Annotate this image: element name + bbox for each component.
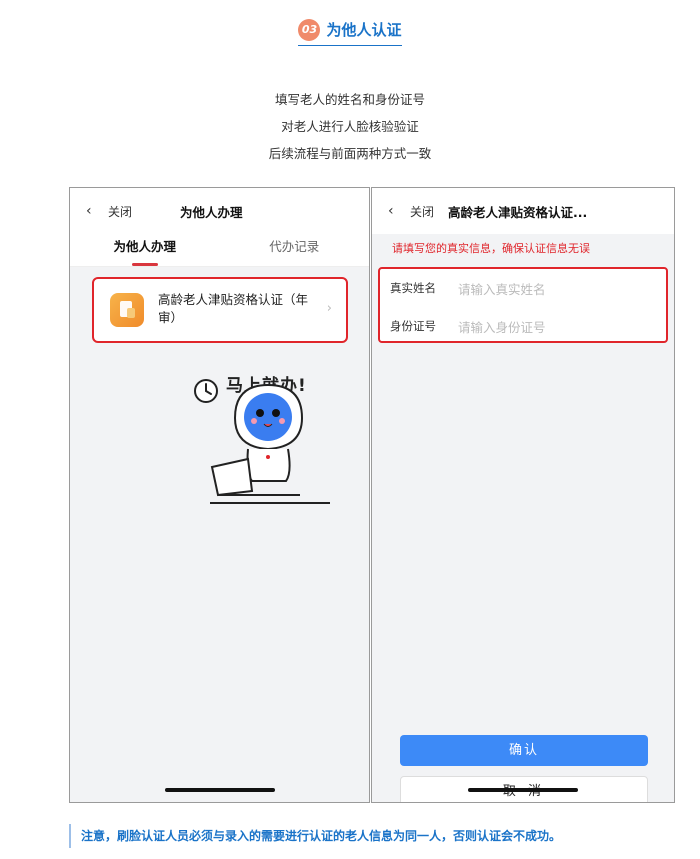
identity-form: 真实姓名 请输入真实姓名 身份证号 请输入身份证号 xyxy=(378,267,668,343)
home-indicator xyxy=(468,788,578,792)
service-list: 高龄老人津贴资格认证（年审） › 马上就办! xyxy=(70,267,369,802)
description-line: 后续流程与前面两种方式一致 xyxy=(268,146,432,161)
tab-records[interactable]: 代办记录 xyxy=(220,234,370,266)
notice-text: 注意，刷脸认证人员必须与录入的需要进行认证的老人信息为同一人，否则认证会不成功。 xyxy=(69,824,689,848)
name-input[interactable]: 请输入真实姓名 xyxy=(458,279,546,298)
step-number-badge: 03 xyxy=(298,18,321,41)
chevron-left-icon[interactable]: ‹ xyxy=(388,203,404,219)
left-phone-screen: ‹ 关闭 为他人办理 为他人办理 代办记录 高龄老人津贴资格认证（年审） › 马… xyxy=(69,187,370,803)
service-name: 高龄老人津贴资格认证（年审） xyxy=(158,292,309,325)
description-line: 填写老人的姓名和身份证号 xyxy=(274,92,425,107)
description-line: 对老人进行人脸核验验证 xyxy=(281,119,419,134)
nav-bar: ‹ 关闭 为他人办理 xyxy=(70,188,369,234)
page-title: 高龄老人津贴资格认证... xyxy=(448,204,588,220)
name-label: 真实姓名 xyxy=(390,281,436,295)
mascot-illustration xyxy=(194,379,330,504)
close-button[interactable]: 关闭 xyxy=(108,203,132,220)
id-row: 身份证号 请输入身份证号 xyxy=(390,311,546,341)
name-row: 真实姓名 请输入真实姓名 xyxy=(390,273,546,303)
nav-bar: ‹ 关闭 高龄老人津贴资格认证... xyxy=(372,188,674,234)
section-header: 03 为他人认证 xyxy=(0,18,700,46)
tab-label: 为他人办理 xyxy=(113,239,176,254)
verification-form-page: 请填写您的真实信息，确保认证信息无误 真实姓名 请输入真实姓名 身份证号 请输入… xyxy=(372,234,674,802)
page-title: 为他人办理 xyxy=(180,204,243,220)
tab-bar: 为他人办理 代办记录 xyxy=(70,234,369,267)
id-number-label: 身份证号 xyxy=(390,319,436,333)
home-indicator xyxy=(164,788,275,792)
warning-text: 请填写您的真实信息，确保认证信息无误 xyxy=(372,234,674,264)
document-icon xyxy=(110,293,144,327)
step-description: 填写老人的姓名和身份证号 对老人进行人脸核验验证 后续流程与前面两种方式一致 xyxy=(0,86,700,167)
right-phone-screen: ‹ 关闭 高龄老人津贴资格认证... 请填写您的真实信息，确保认证信息无误 真实… xyxy=(371,187,675,803)
active-tab-indicator xyxy=(131,263,158,266)
tab-for-others[interactable]: 为他人办理 xyxy=(70,234,220,266)
chevron-right-icon: › xyxy=(326,301,332,316)
service-item-elderly-allowance[interactable]: 高龄老人津贴资格认证（年审） › xyxy=(92,277,348,343)
confirm-button[interactable]: 确认 xyxy=(400,735,648,766)
tab-label: 代办记录 xyxy=(269,239,320,254)
step-title: 03 为他人认证 xyxy=(298,18,402,46)
id-number-input[interactable]: 请输入身份证号 xyxy=(458,317,546,336)
close-button[interactable]: 关闭 xyxy=(410,203,434,220)
chevron-left-icon[interactable]: ‹ xyxy=(86,203,102,219)
step-heading: 为他人认证 xyxy=(326,21,402,39)
